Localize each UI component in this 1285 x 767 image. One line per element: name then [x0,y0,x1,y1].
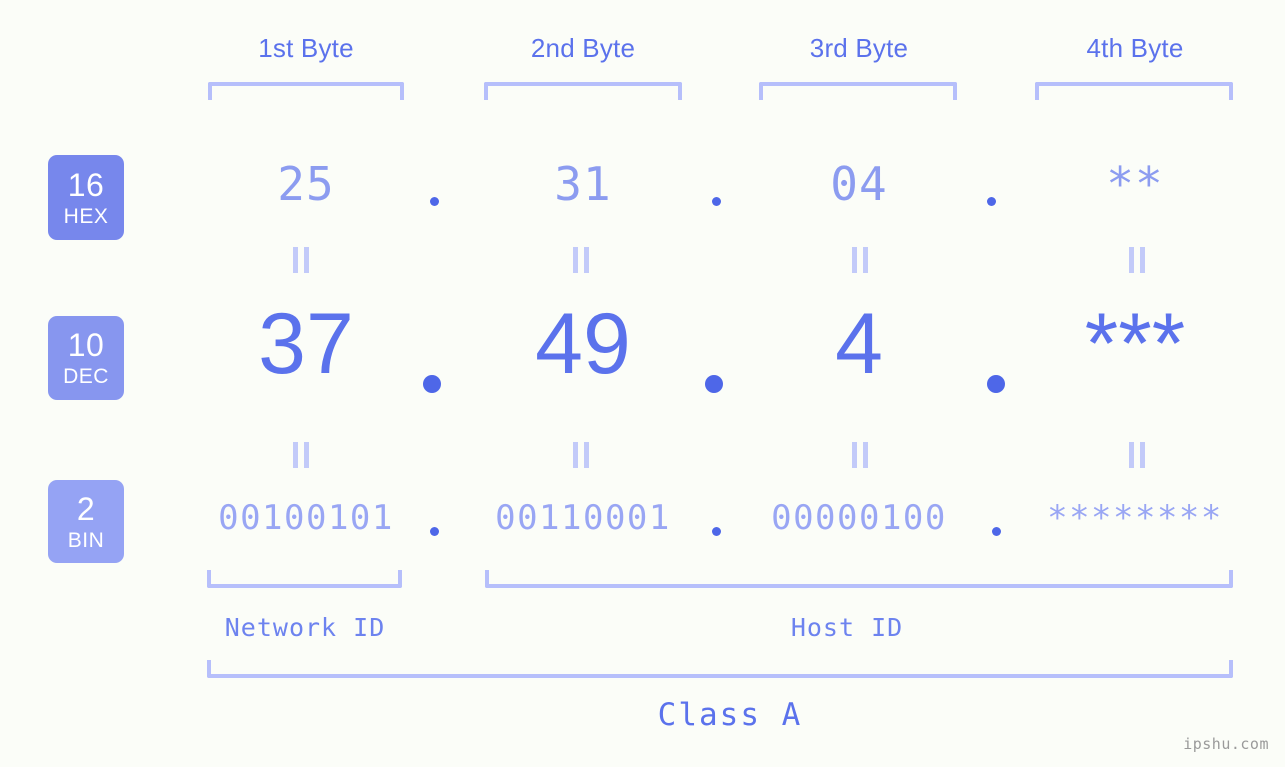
byte-bracket-3 [759,82,957,100]
bin-separator-dot-3 [992,527,1001,536]
bin-byte-2: 00110001 [495,498,671,538]
dec-byte-3: 4 [835,296,883,392]
equals-icon-hex-dec-3 [848,247,872,273]
bin-byte-4: ******** [1047,498,1223,538]
class-bracket [207,660,1233,678]
dec-byte-2: 49 [535,296,631,392]
equals-icon-hex-dec-2 [569,247,593,273]
badge-dec: 10 DEC [48,316,124,400]
hex-separator-dot-2 [712,197,721,206]
network-id-label: Network ID [224,613,386,642]
byte-bracket-2 [484,82,682,100]
equals-icon-dec-bin-1 [289,442,313,468]
byte-header-2: 2nd Byte [530,33,636,63]
network-id-bracket [207,570,402,588]
hex-separator-dot-1 [430,197,439,206]
dec-byte-4: *** [1084,296,1186,392]
badge-hex: 16 HEX [48,155,124,240]
dec-separator-dot-3 [987,375,1005,393]
byte-header-1: 1st Byte [258,33,354,63]
hex-byte-1: 25 [277,157,335,211]
badge-hex-name: HEX [63,204,109,228]
class-label: Class A [657,697,803,733]
hex-separator-dot-3 [987,197,996,206]
badge-bin-base: 2 [76,490,96,527]
byte-bracket-4 [1035,82,1233,100]
badge-hex-base: 16 [67,166,105,203]
equals-icon-hex-dec-1 [289,247,313,273]
bin-byte-3: 00000100 [771,498,947,538]
dec-byte-1: 37 [258,296,354,392]
badge-bin: 2 BIN [48,480,124,563]
ip-breakdown-canvas: 1st Byte 2nd Byte 3rd Byte 4th Byte 16 H… [0,0,1285,767]
site-watermark: ipshu.com [1183,735,1269,753]
badge-dec-name: DEC [63,365,109,388]
equals-icon-dec-bin-4 [1125,442,1149,468]
hex-byte-4: ** [1106,157,1164,211]
host-id-label: Host ID [790,613,904,642]
byte-header-4: 4th Byte [1086,33,1184,63]
host-id-bracket [485,570,1233,588]
hex-byte-3: 04 [830,157,888,211]
dec-separator-dot-2 [705,375,723,393]
byte-header-3: 3rd Byte [809,33,909,63]
hex-byte-2: 31 [554,157,612,211]
bin-byte-1: 00100101 [218,498,394,538]
badge-bin-name: BIN [67,528,105,552]
badge-dec-base: 10 [67,327,105,363]
byte-bracket-1 [208,82,404,100]
equals-icon-dec-bin-2 [569,442,593,468]
equals-icon-dec-bin-3 [848,442,872,468]
equals-icon-hex-dec-4 [1125,247,1149,273]
bin-separator-dot-2 [712,527,721,536]
bin-separator-dot-1 [430,527,439,536]
dec-separator-dot-1 [423,375,441,393]
